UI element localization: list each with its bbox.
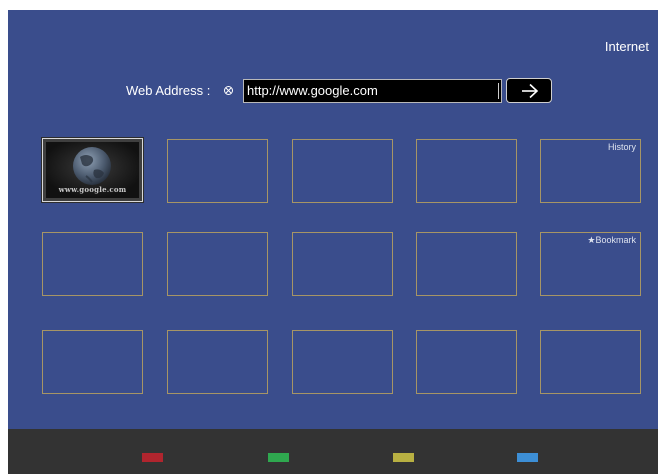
tile-4[interactable] — [416, 139, 517, 203]
tile-15[interactable] — [540, 330, 641, 394]
tile-3[interactable] — [292, 139, 393, 203]
history-label: History — [607, 142, 636, 152]
web-address-label: Web Address : — [126, 83, 211, 98]
bookmark-label: ★Bookmark — [587, 235, 636, 245]
tile-6[interactable] — [42, 232, 143, 296]
tile-11[interactable] — [42, 330, 143, 394]
green-key[interactable] — [268, 453, 289, 462]
arrow-right-icon — [522, 83, 539, 99]
tile-14[interactable] — [416, 330, 517, 394]
app-title: Internet — [604, 39, 649, 54]
thumbnail-google: www.google.com — [46, 142, 139, 198]
blue-key[interactable] — [517, 453, 538, 462]
history-tile[interactable]: History — [540, 139, 641, 203]
url-input[interactable]: http://www.google.com — [243, 79, 502, 103]
color-key-bar — [8, 429, 658, 474]
clear-circle-x-icon[interactable] — [224, 86, 233, 95]
thumbnail-caption: www.google.com — [58, 185, 127, 194]
red-key[interactable] — [142, 453, 163, 462]
tile-13[interactable] — [292, 330, 393, 394]
tile-12[interactable] — [167, 330, 268, 394]
tile-7[interactable] — [167, 232, 268, 296]
address-bar: Web Address : http://www.google.com — [8, 78, 658, 103]
tile-8[interactable] — [292, 232, 393, 296]
bookmark-tile[interactable]: ★Bookmark — [540, 232, 641, 296]
internet-browser-screen: Internet Web Address : http://www.google… — [8, 10, 658, 474]
tile-1[interactable]: www.google.com — [42, 138, 143, 202]
go-button[interactable] — [506, 78, 552, 103]
tile-9[interactable] — [416, 232, 517, 296]
yellow-key[interactable] — [393, 453, 414, 462]
tile-2[interactable] — [167, 139, 268, 203]
